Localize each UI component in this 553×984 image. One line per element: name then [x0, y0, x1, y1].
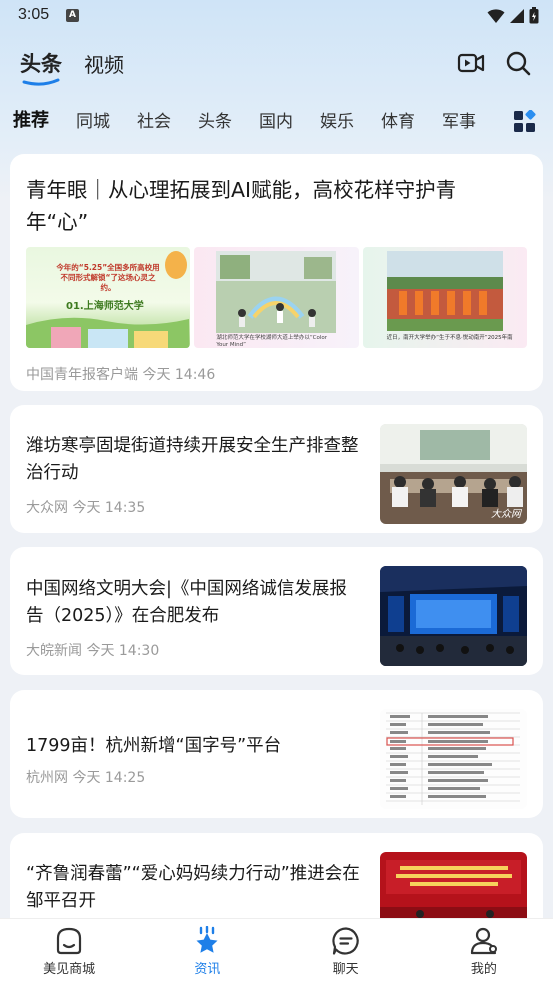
video-camera-icon[interactable] — [457, 50, 485, 76]
channel-bar: 推荐 同城 社会 头条 国内 娱乐 体育 军事 — [13, 104, 553, 134]
tab-headlines[interactable]: 头条 — [20, 48, 62, 86]
bottom-nav: 美见商城 资讯 聊天 我的 — [0, 918, 553, 984]
channel-entertainment[interactable]: 娱乐 — [320, 107, 354, 132]
channel-recommend[interactable]: 推荐 — [13, 106, 49, 132]
active-tab-underline — [22, 78, 60, 86]
news-thumbnail: 湖北师范大学在学校湖师大道上举办以“Color Your Mind” — [194, 247, 359, 348]
news-card[interactable]: 1799亩！杭州新增“国字号”平台 杭州网 今天 14:25 — [10, 690, 543, 818]
nav-chat-label: 聊天 — [332, 962, 359, 977]
top-tabs: 头条 视频 — [20, 48, 124, 86]
news-meta: 杭州网 今天 14:25 — [26, 767, 145, 787]
channel-sports[interactable]: 体育 — [381, 107, 415, 132]
news-image — [380, 566, 527, 666]
tab-video[interactable]: 视频 — [84, 49, 124, 78]
thumbnail-graphic — [216, 251, 337, 333]
status-bar: 3:05 A — [0, 0, 553, 32]
news-source: 杭州网 — [26, 770, 68, 786]
news-image: 大众网 — [380, 424, 527, 524]
news-time: 今天 14:30 — [86, 643, 160, 659]
nav-news-label: 资讯 — [194, 962, 221, 977]
nav-mall[interactable]: 美见商城 — [19, 926, 119, 977]
shop-face-icon — [57, 927, 82, 955]
nav-mall-label: 美见商城 — [43, 962, 96, 977]
news-card-featured[interactable]: 青年眼｜从心理拓展到AI赋能，高校花样守护青年“心” 今年的“5.25”全国多所… — [10, 154, 543, 391]
search-icon[interactable] — [505, 50, 531, 76]
nav-news[interactable]: 资讯 — [157, 926, 257, 977]
conference-photo — [380, 566, 527, 666]
sim-notification-icon: A — [66, 9, 79, 22]
channel-military[interactable]: 军事 — [442, 107, 476, 132]
thumbnail-caption: 近日，南开大学举办“生于不息·悦动南开”2025年南 — [386, 335, 513, 341]
news-time: 今天 14:35 — [72, 500, 146, 516]
signal-icon — [510, 8, 524, 23]
channel-domestic[interactable]: 国内 — [259, 107, 293, 132]
status-icons — [487, 7, 539, 24]
news-meta: 大皖新闻 今天 14:30 — [26, 640, 159, 660]
news-meta: 中国青年报客户端 今天 14:46 — [26, 367, 216, 383]
channel-local[interactable]: 同城 — [76, 107, 110, 132]
battery-icon — [529, 7, 539, 24]
wifi-icon — [487, 8, 505, 23]
image-watermark: 大众网 — [491, 509, 521, 520]
nav-me-label: 我的 — [470, 962, 497, 977]
news-title: 中国网络文明大会|《中国网络诚信发展报告（2025）》在合肥发布 — [26, 579, 347, 626]
news-source: 大众网 — [26, 500, 68, 516]
news-thumbnail: 近日，南开大学举办“生于不息·悦动南开”2025年南 — [362, 247, 527, 348]
news-star-icon — [196, 926, 218, 953]
news-thumbnail: 今年的“5.25”全国多所高校用不同形式解锁“了这场心灵之约。 01.上海师范大… — [26, 247, 191, 348]
chat-bubble-icon — [332, 927, 359, 955]
tab-headlines-label: 头条 — [20, 52, 62, 76]
thumbnail-subcaption: 01.上海师范大学 — [66, 301, 144, 312]
news-title: 潍坊寒亭固堤街道持续开展安全生产排查整治行动 — [26, 436, 359, 483]
news-image — [380, 709, 527, 809]
channel-headlines[interactable]: 头条 — [198, 107, 232, 132]
news-card[interactable]: 中国网络文明大会|《中国网络诚信发展报告（2025）》在合肥发布 大皖新闻 今天… — [10, 547, 543, 675]
status-time: 3:05 — [18, 6, 50, 23]
channel-manage-icon[interactable] — [513, 110, 537, 134]
thumbnail-graphic — [386, 251, 503, 331]
nav-chat[interactable]: 聊天 — [296, 926, 396, 977]
news-meta: 大众网 今天 14:35 — [26, 497, 145, 517]
channel-society[interactable]: 社会 — [137, 107, 171, 132]
top-actions — [457, 50, 531, 76]
document-table-image — [380, 709, 527, 809]
news-card[interactable]: 潍坊寒亭固堤街道持续开展安全生产排查整治行动 大众网 今天 14:35 大众网 — [10, 405, 543, 533]
news-time: 今天 14:25 — [72, 770, 146, 786]
thumbnail-caption: 湖北师范大学在学校湖师大道上举办以“Color Your Mind” — [216, 335, 328, 348]
news-title: 1799亩！杭州新增“国字号”平台 — [26, 736, 282, 756]
news-source: 大皖新闻 — [26, 643, 82, 659]
thumbnail-caption: 今年的“5.25”全国多所高校用不同形式解锁“了这场心灵之约。 — [56, 263, 160, 292]
nav-me[interactable]: 我的 — [434, 926, 534, 977]
tab-video-label: 视频 — [84, 53, 124, 77]
news-thumbnails: 今年的“5.25”全国多所高校用不同形式解锁“了这场心灵之约。 01.上海师范大… — [26, 247, 527, 348]
person-icon — [470, 927, 497, 955]
news-title: 青年眼｜从心理拓展到AI赋能，高校花样守护青年“心” — [26, 178, 457, 234]
news-title: “齐鲁润春蕾”“爱心妈妈续力行动”推进会在邹平召开 — [26, 864, 360, 911]
